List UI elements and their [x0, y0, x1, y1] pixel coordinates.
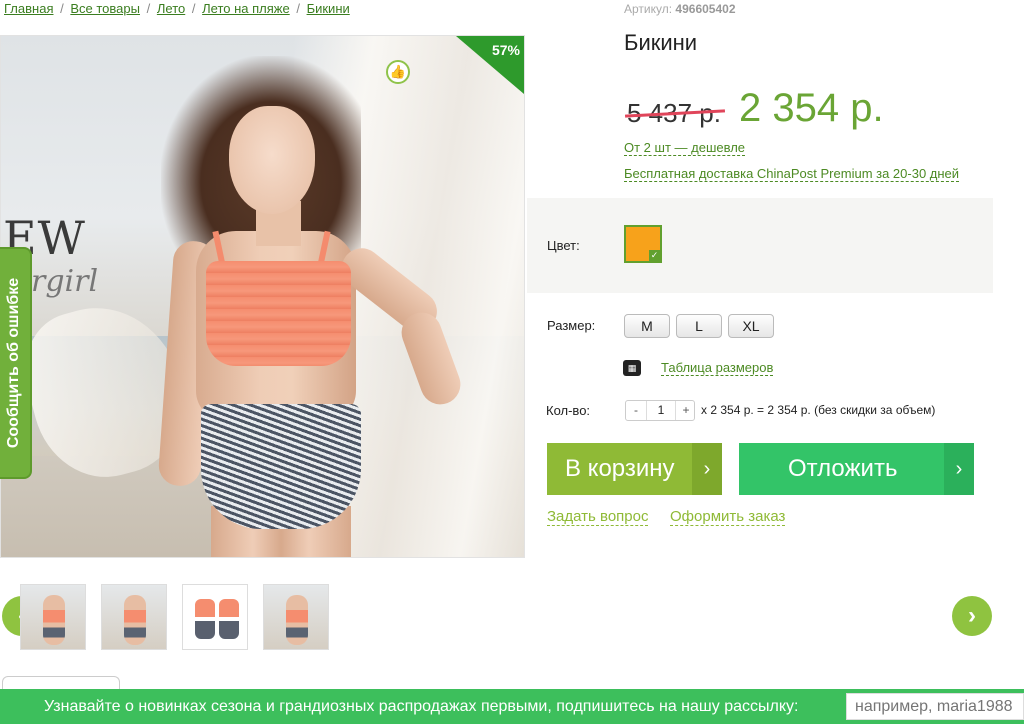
- breadcrumb-bikini[interactable]: Бикини: [307, 1, 350, 16]
- bikini-bottoms: [201, 404, 361, 529]
- breadcrumb-summer[interactable]: Лето: [157, 1, 185, 16]
- old-price: 5 437 р.: [627, 98, 721, 128]
- quantity-total: x 2 354 р. = 2 354 р. (без скидки за объ…: [701, 403, 936, 417]
- breadcrumb: Главная / Все товары / Лето / Лето на пл…: [4, 1, 350, 16]
- save-for-later-button[interactable]: Отложить ›: [739, 443, 974, 495]
- quantity-label: Кол-во:: [546, 403, 591, 418]
- article-label: Артикул:: [624, 2, 673, 16]
- color-label: Цвет:: [547, 238, 580, 253]
- thumbnail-figure: [219, 599, 239, 639]
- article-number: Артикул: 496605402: [624, 2, 736, 16]
- thumbnail-1[interactable]: [20, 584, 86, 650]
- thumbnail-figure: [286, 595, 308, 645]
- model-face: [229, 106, 315, 214]
- chevron-right-icon: ›: [968, 602, 976, 629]
- breadcrumb-home[interactable]: Главная: [4, 1, 53, 16]
- size-label: Размер:: [547, 318, 596, 333]
- breadcrumb-all-products[interactable]: Все товары: [70, 1, 140, 16]
- quantity-decrease-button[interactable]: -: [627, 401, 645, 420]
- thumbnail-figure: [124, 595, 146, 645]
- thumbnail-figure: [43, 595, 65, 645]
- article-value: 496605402: [675, 2, 736, 16]
- newsletter-bar: Узнавайте о новинках сезона и грандиозны…: [0, 689, 1024, 724]
- size-table-link[interactable]: Таблица размеров: [661, 360, 774, 376]
- like-icon[interactable]: 👍: [386, 60, 410, 84]
- thumbnail-2[interactable]: [101, 584, 167, 650]
- chevron-right-icon: ›: [692, 443, 722, 495]
- save-for-later-label: Отложить: [788, 455, 898, 482]
- tab-peek[interactable]: [2, 676, 120, 690]
- breadcrumb-separator: /: [191, 1, 196, 16]
- bikini-top: [206, 261, 351, 366]
- chevron-right-icon: ›: [944, 443, 974, 495]
- bulk-discount-link[interactable]: От 2 шт — дешевле: [624, 140, 746, 156]
- place-order-link[interactable]: Оформить заказ: [670, 508, 786, 526]
- breadcrumb-separator: /: [60, 1, 64, 16]
- newsletter-email-input[interactable]: [846, 693, 1024, 720]
- measuring-tape-icon: ▦: [623, 360, 641, 376]
- thumbnails-next-button[interactable]: ›: [952, 596, 992, 636]
- breadcrumb-separator: /: [296, 1, 300, 16]
- size-button-l[interactable]: L: [676, 314, 722, 338]
- product-title: Бикини: [624, 30, 698, 55]
- free-delivery-link[interactable]: Бесплатная доставка ChinaPost Premium за…: [624, 166, 960, 182]
- newsletter-text: Узнавайте о новинках сезона и грандиозны…: [44, 698, 799, 715]
- thumbnail-figure: [195, 599, 215, 639]
- checkmark-icon: ✓: [649, 250, 660, 261]
- ask-question-link[interactable]: Задать вопрос: [547, 508, 649, 526]
- quantity-increase-button[interactable]: +: [677, 401, 695, 420]
- product-main-image[interactable]: EW rgirl 👍 57%: [0, 35, 525, 558]
- size-button-xl[interactable]: XL: [728, 314, 774, 338]
- image-overlay-girl: rgirl: [31, 264, 99, 299]
- discount-badge-label: 57%: [491, 42, 520, 58]
- thumbnail-4[interactable]: [263, 584, 329, 650]
- color-swatch-orange[interactable]: ✓: [624, 225, 662, 263]
- thumbnail-3[interactable]: [182, 584, 248, 650]
- breadcrumb-separator: /: [146, 1, 151, 16]
- thumbnail-strip: ‹ ›: [0, 578, 1024, 658]
- new-price: 2 354 р.: [739, 86, 884, 130]
- add-to-cart-button[interactable]: В корзину ›: [547, 443, 722, 495]
- report-error-label: Сообщить об ошибке: [5, 277, 22, 449]
- quantity-input[interactable]: 1: [646, 401, 676, 420]
- add-to-cart-label: В корзину: [565, 455, 675, 482]
- size-button-m[interactable]: M: [624, 314, 670, 338]
- quantity-stepper: - 1 +: [625, 400, 695, 421]
- report-error-tab[interactable]: Сообщить об ошибке: [0, 247, 32, 479]
- breadcrumb-summer-beach[interactable]: Лето на пляже: [202, 1, 290, 16]
- color-option-panel: Цвет: ✓: [527, 198, 993, 293]
